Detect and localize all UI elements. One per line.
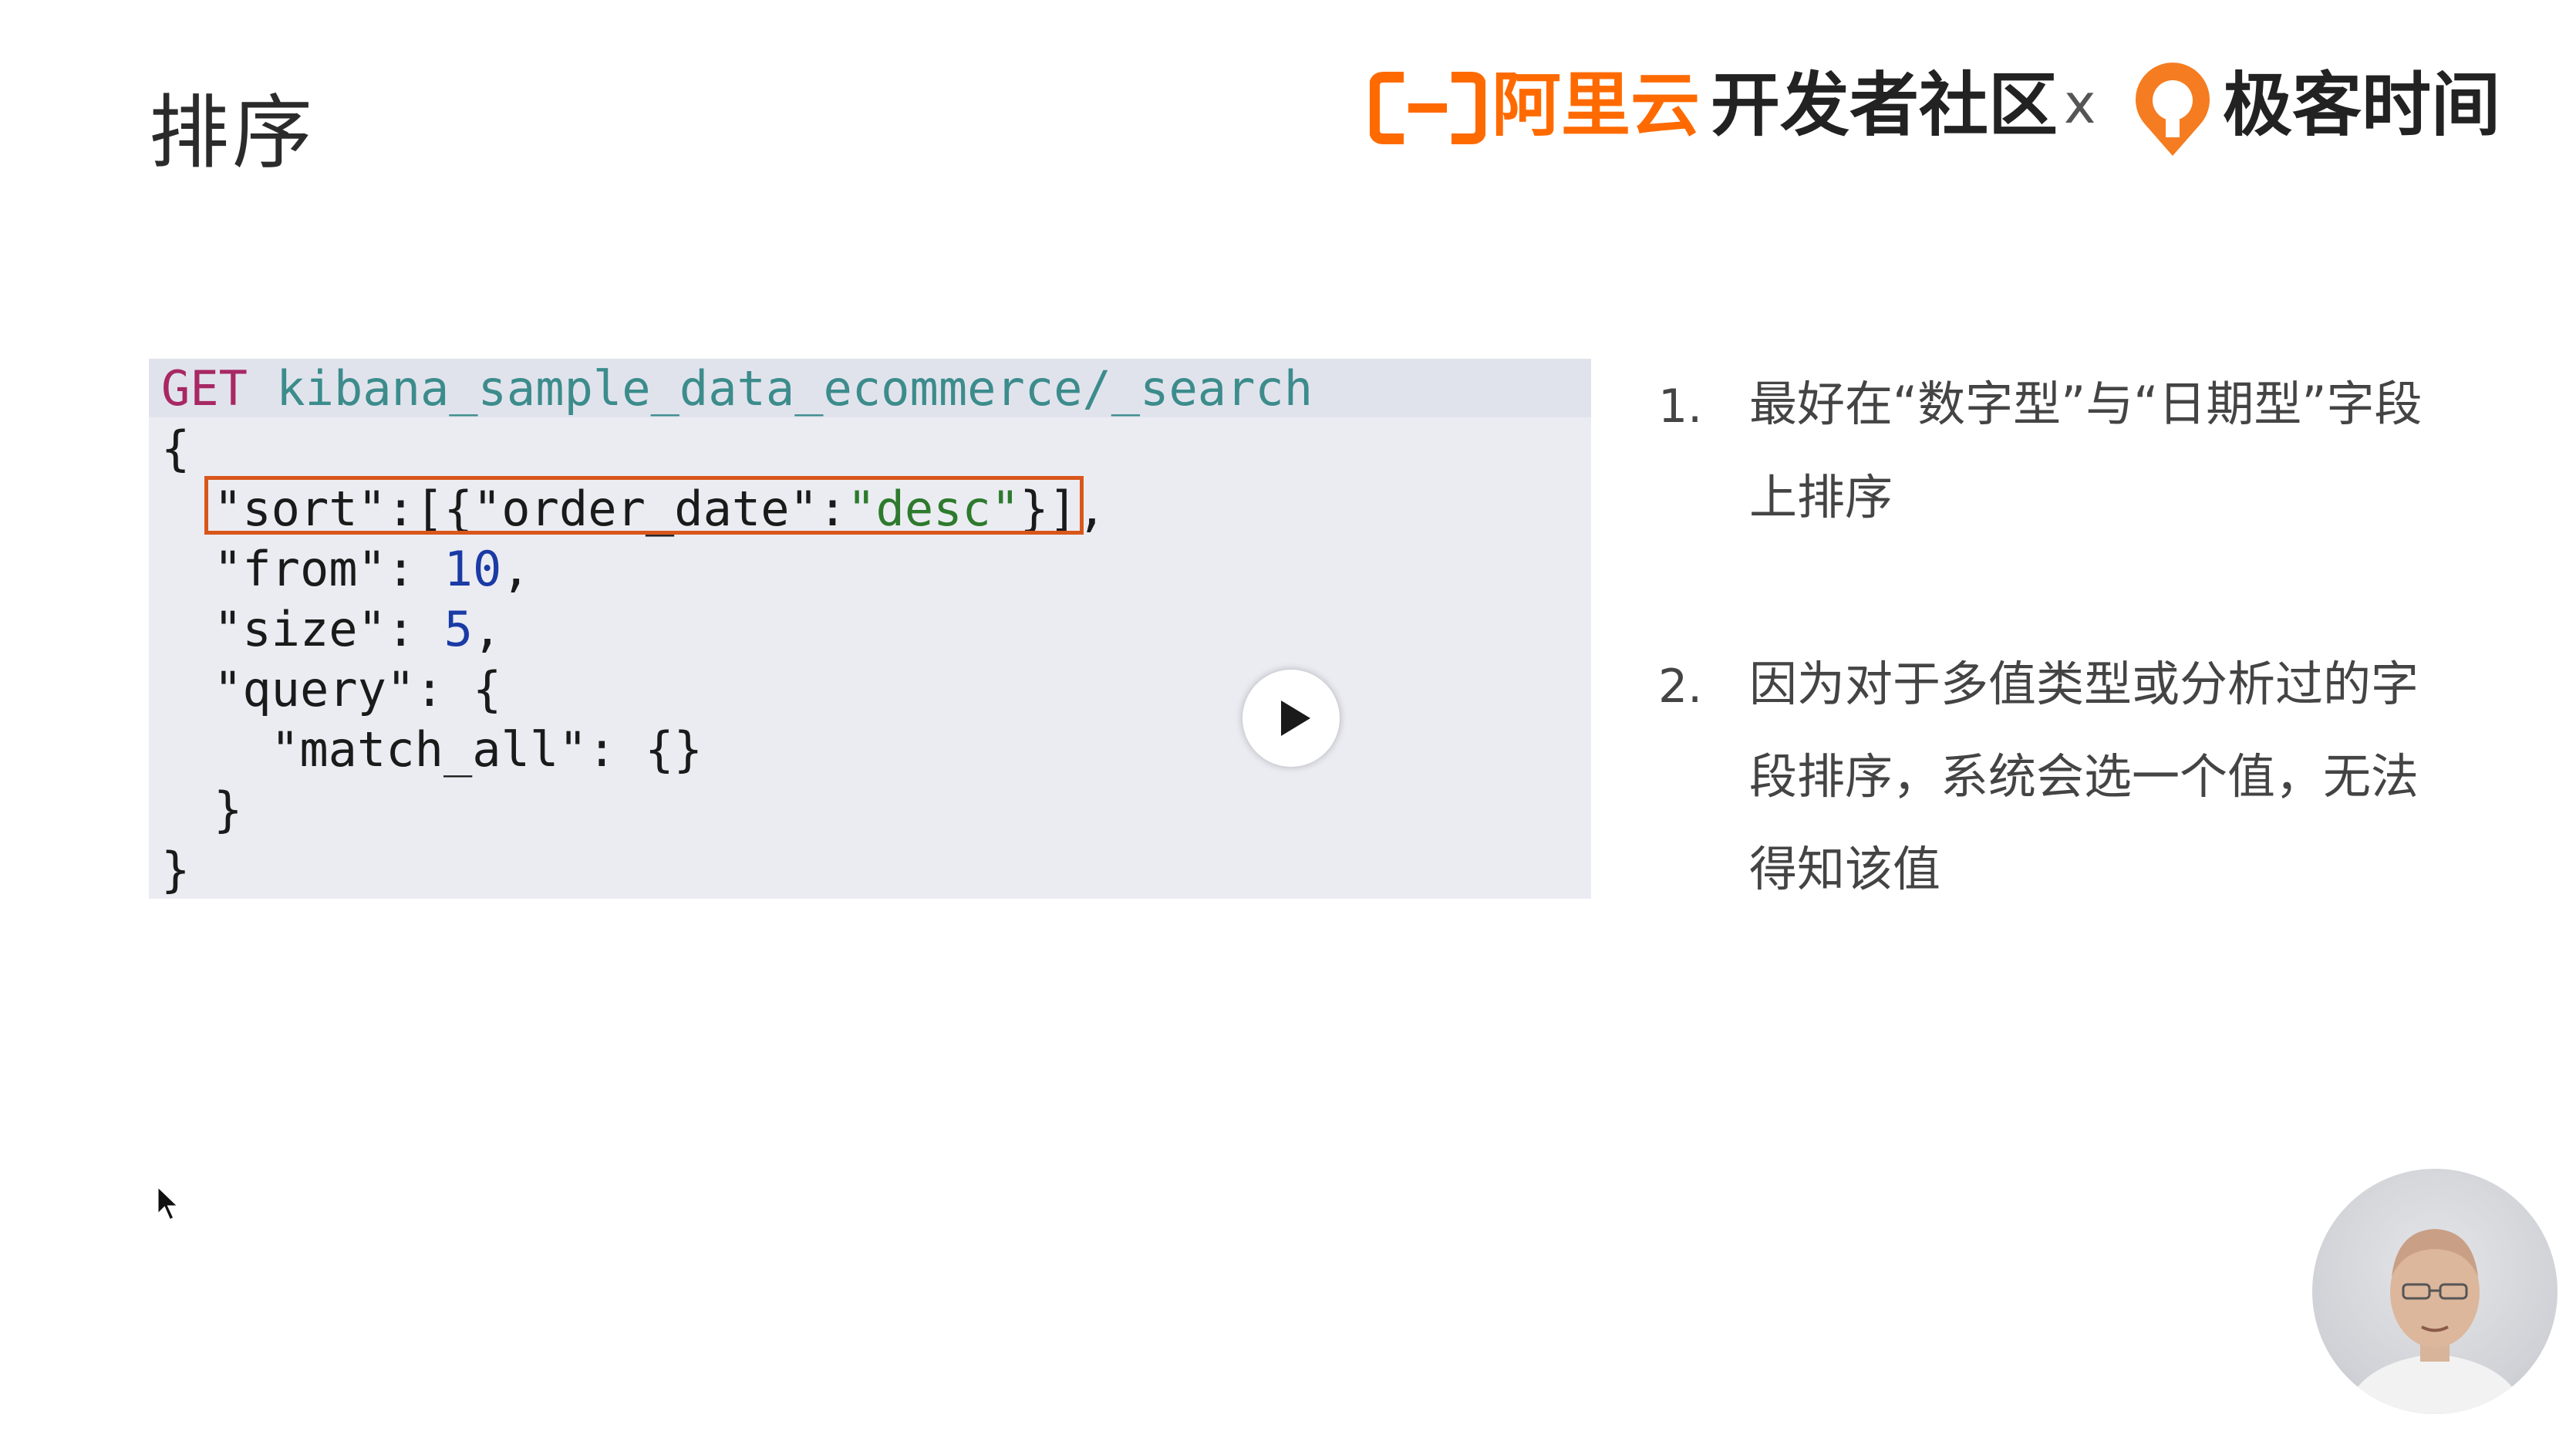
note-1-number: 1. (1658, 380, 1703, 434)
from-value: 10 (443, 541, 502, 597)
code-line-query-close: } (214, 781, 243, 838)
geektime-logo-icon (2136, 62, 2210, 156)
code-snippet: GET kibana_sample_data_ecommerce/_search… (149, 359, 1591, 899)
slide-title: 排序 (149, 86, 316, 180)
size-key: "size" (214, 601, 386, 657)
http-method: GET (161, 360, 248, 417)
video-play-button[interactable] (1242, 670, 1340, 767)
code-line-close-brace: } (161, 842, 191, 898)
header-logos: 阿里云 开发者社区 x 极客时间 (1370, 60, 2527, 160)
colon: : (386, 601, 444, 657)
note-2-line-2: 段排序，系统会选一个值，无法 (1749, 748, 2419, 805)
note-1-line-2: 上排序 (1749, 469, 1893, 525)
note-1-line-1: 最好在“数字型”与“日期型”字段 (1749, 376, 2423, 432)
size-value: 5 (443, 601, 473, 657)
geektime-logo-text: 极客时间 (2223, 65, 2500, 146)
code-line-query: "query": { (214, 660, 501, 720)
aliyun-logo-icon (1370, 72, 1485, 144)
sort-highlight-box (204, 476, 1084, 535)
request-path: kibana_sample_data_ecommerce/_search (247, 360, 1313, 417)
developer-community-text: 开发者社区 (1711, 65, 2058, 146)
match-all-key: "match_all" (271, 721, 588, 778)
note-2-line-1: 因为对于多值类型或分析过的字 (1749, 656, 2419, 712)
code-line-from: "from": 10, (214, 539, 531, 599)
code-line-match-all: "match_all": {} (271, 720, 703, 780)
aliyun-logo-text: 阿里云 (1492, 65, 1700, 146)
play-icon (1281, 700, 1310, 736)
from-key: "from" (214, 541, 386, 597)
colon: : (386, 541, 444, 597)
query-key: "query" (214, 661, 416, 717)
presenter-silhouette-icon (2343, 1229, 2527, 1414)
code-line-open-brace: { (161, 420, 191, 477)
comma: , (501, 541, 531, 597)
note-2-line-3: 得知该值 (1749, 841, 1941, 897)
presenter-avatar (2312, 1169, 2557, 1414)
comma: , (472, 601, 502, 657)
query-open: : { (415, 661, 502, 717)
code-line-request: GET kibana_sample_data_ecommerce/_search (161, 359, 1313, 419)
code-line-size: "size": 5, (214, 599, 501, 660)
note-2-number: 2. (1658, 660, 1703, 714)
match-all-value: : {} (587, 721, 703, 778)
collab-x-mark: x (2064, 73, 2096, 136)
mouse-pointer-icon (156, 1184, 182, 1223)
